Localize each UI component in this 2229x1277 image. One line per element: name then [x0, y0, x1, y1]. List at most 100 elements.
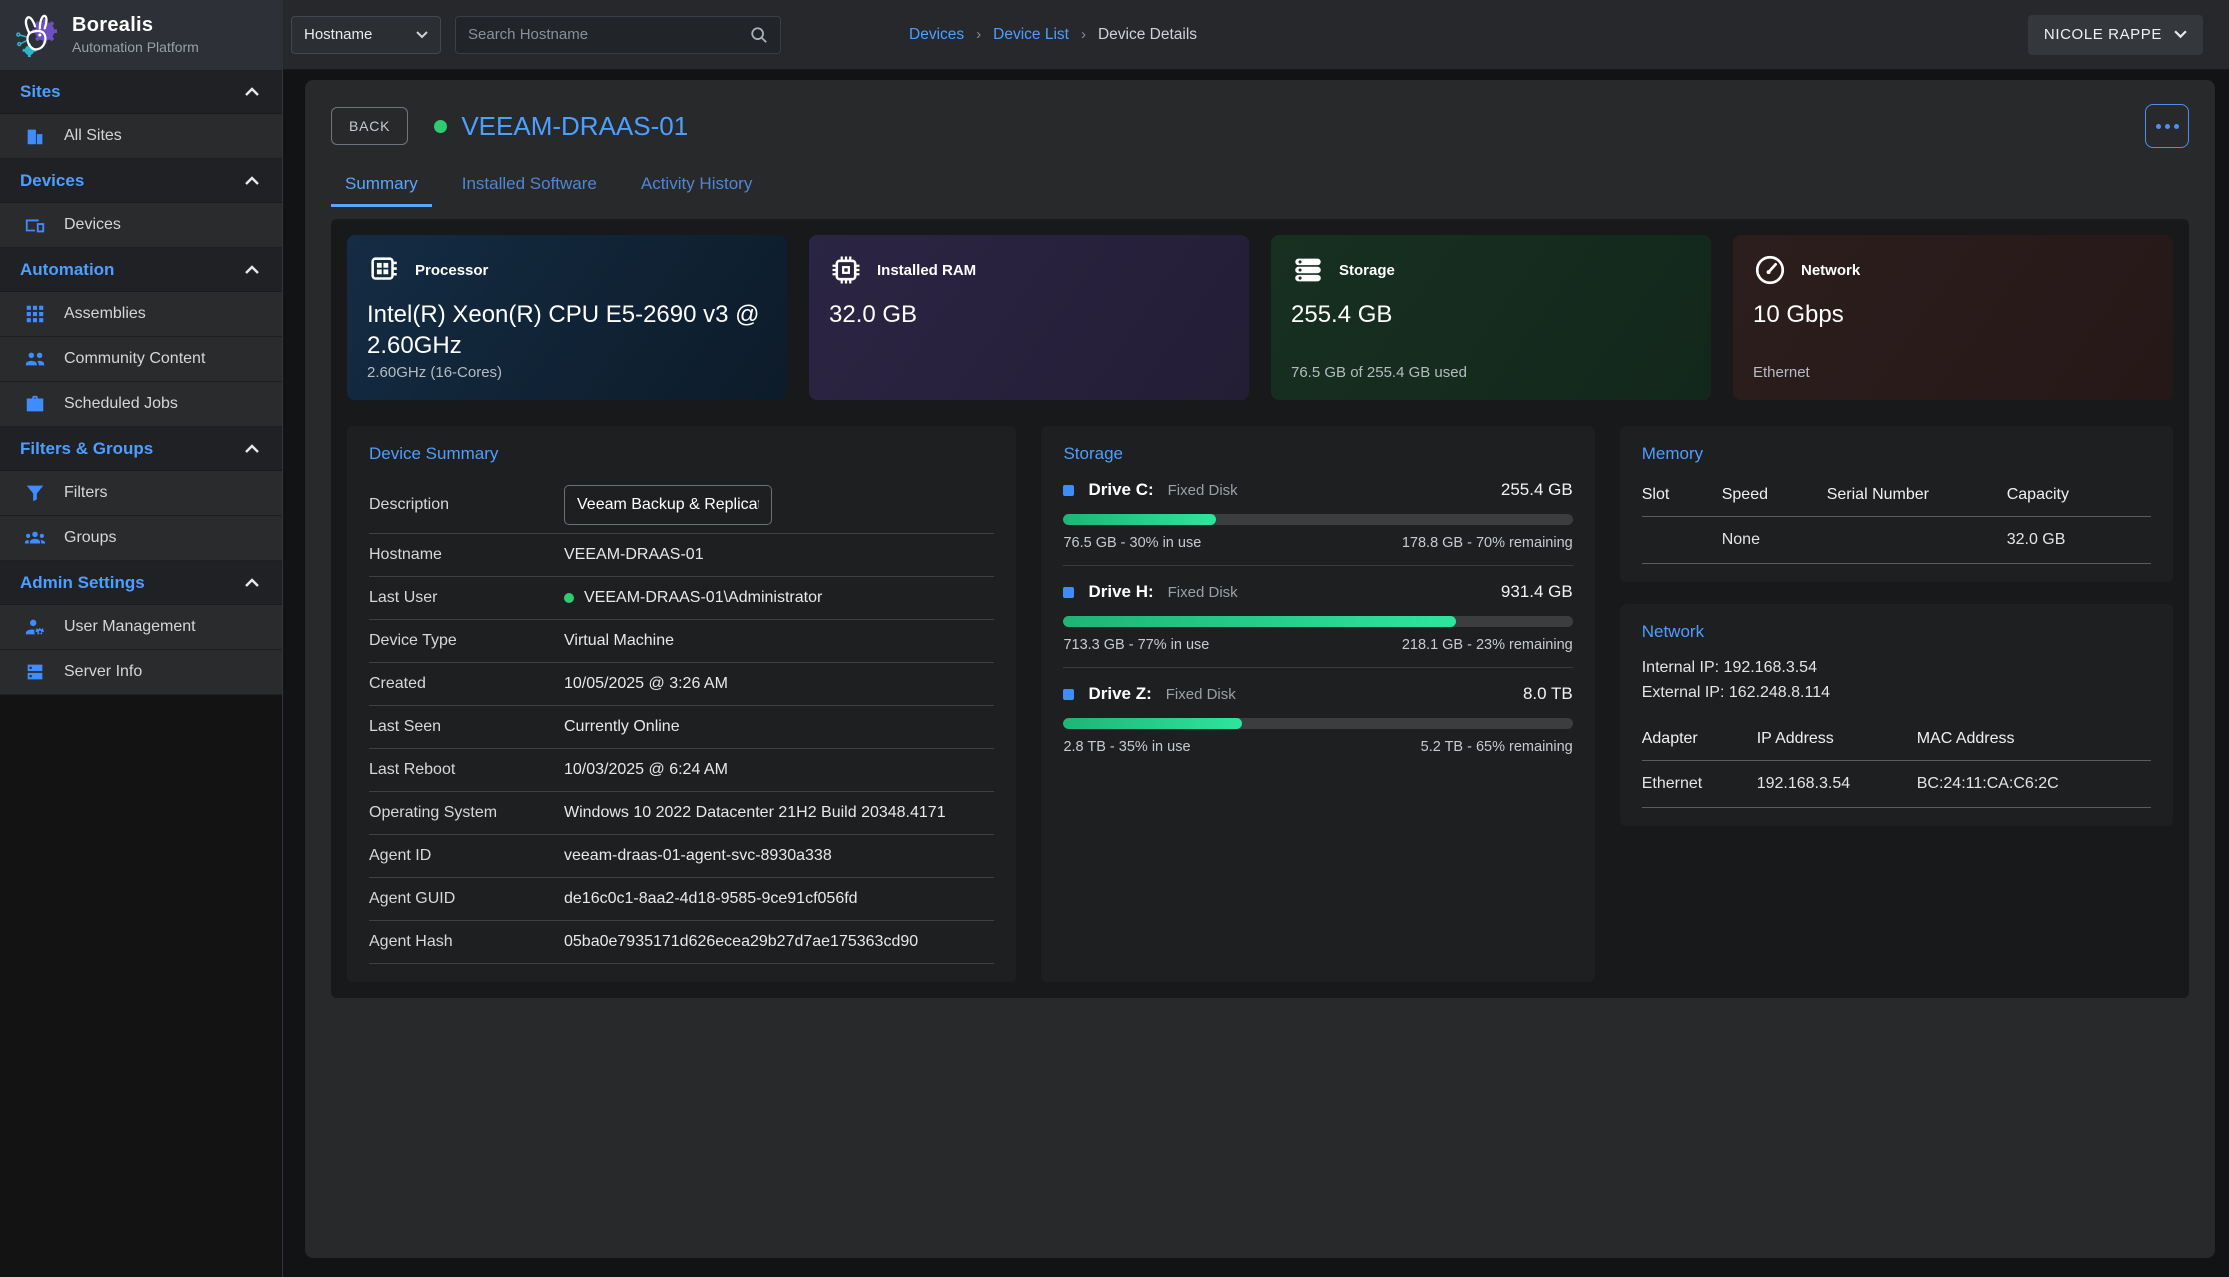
drive-name: Drive C: — [1088, 480, 1153, 500]
row-value: de16c0c1-8aa2-4d18-9585-9ce91cf056fd — [564, 890, 858, 908]
briefcase-icon — [24, 393, 46, 415]
sidebar-item-scheduled-jobs[interactable]: Scheduled Jobs — [0, 382, 282, 427]
chevron-down-icon — [2174, 30, 2187, 39]
stat-value: 10 Gbps — [1753, 299, 2153, 330]
sidebar-item-label: Assemblies — [64, 305, 146, 323]
internal-ip: Internal IP: 192.168.3.54 — [1642, 656, 2151, 681]
row-label: Agent ID — [369, 847, 564, 865]
sidebar-section-devices[interactable]: Devices — [0, 159, 282, 203]
summary-row-device-type: Device Type Virtual Machine — [369, 620, 994, 663]
sidebar-item-devices[interactable]: Devices — [0, 203, 282, 248]
back-button[interactable]: BACK — [331, 107, 408, 145]
sidebar-item-label: Community Content — [64, 350, 205, 368]
column-header: IP Address — [1757, 724, 1917, 760]
tab-bar: Summary Installed Software Activity Hist… — [331, 168, 2189, 207]
building-icon — [24, 125, 46, 147]
sidebar-item-filters[interactable]: Filters — [0, 471, 282, 516]
sidebar-item-label: Groups — [64, 529, 116, 547]
breadcrumb: Devices › Device List › Device Details — [909, 26, 1197, 44]
search-input[interactable] — [468, 26, 750, 43]
hostname-filter-select[interactable]: Hostname — [291, 16, 441, 54]
stat-cards-row: Processor Intel(R) Xeon(R) CPU E5-2690 v… — [347, 235, 2173, 400]
sidebar-section-filters-groups[interactable]: Filters & Groups — [0, 427, 282, 471]
drive-row-c: Drive C: Fixed Disk 255.4 GB 76.5 GB - 3… — [1063, 464, 1572, 566]
sidebar-item-label: User Management — [64, 618, 196, 636]
sidebar-section-sites[interactable]: Sites — [0, 70, 282, 114]
stat-value: 32.0 GB — [829, 299, 1229, 330]
tab-installed-software[interactable]: Installed Software — [448, 168, 611, 207]
drive-used-text: 76.5 GB - 30% in use — [1063, 535, 1201, 551]
stat-value: Intel(R) Xeon(R) CPU E5-2690 v3 @ 2.60GH… — [367, 299, 767, 361]
stat-footer: Ethernet — [1753, 364, 2153, 382]
drive-free-text: 218.1 GB - 23% remaining — [1402, 637, 1573, 653]
device-details-card: BACK VEEAM-DRAAS-01 Summary Installed So… — [305, 80, 2215, 1258]
online-status-icon — [434, 120, 447, 133]
summary-tab-content: Processor Intel(R) Xeon(R) CPU E5-2690 v… — [331, 219, 2189, 998]
tab-summary[interactable]: Summary — [331, 168, 432, 207]
online-status-icon — [564, 593, 574, 603]
row-value: VEEAM-DRAAS-01 — [564, 546, 704, 564]
row-value: Virtual Machine — [564, 632, 674, 650]
summary-row-operating-system: Operating System Windows 10 2022 Datacen… — [369, 792, 994, 835]
drive-free-text: 5.2 TB - 65% remaining — [1421, 739, 1573, 755]
sidebar-item-label: Server Info — [64, 663, 142, 681]
page-title: VEEAM-DRAAS-01 — [461, 111, 688, 142]
drive-usage-bar — [1063, 616, 1572, 627]
column-header: Slot — [1642, 480, 1722, 516]
cpu-icon — [367, 253, 401, 287]
stat-label: Network — [1801, 262, 1860, 279]
drive-name: Drive H: — [1088, 582, 1153, 602]
sidebar: Sites All Sites Devices Devices Automati… — [0, 70, 283, 1277]
drive-icon — [1063, 587, 1074, 598]
drive-usage-bar — [1063, 514, 1572, 525]
drive-free-text: 178.8 GB - 70% remaining — [1402, 535, 1573, 551]
row-label: Last Reboot — [369, 761, 564, 779]
people-icon — [24, 348, 46, 370]
sidebar-section-automation[interactable]: Automation — [0, 248, 282, 292]
drive-icon — [1063, 689, 1074, 700]
breadcrumb-devices[interactable]: Devices — [909, 26, 964, 44]
summary-row-last-user: Last User VEEAM-DRAAS-01\Administrator — [369, 577, 994, 620]
chevron-up-icon — [244, 176, 260, 186]
breadcrumb-device-list[interactable]: Device List — [993, 26, 1069, 44]
sidebar-item-groups[interactable]: Groups — [0, 516, 282, 561]
row-value: VEEAM-DRAAS-01\Administrator — [584, 589, 822, 607]
tab-activity-history[interactable]: Activity History — [627, 168, 766, 207]
summary-row-agent-id: Agent ID veeam-draas-01-agent-svc-8930a3… — [369, 835, 994, 878]
user-name: NICOLE RAPPE — [2044, 26, 2162, 43]
sidebar-section-admin-settings[interactable]: Admin Settings — [0, 561, 282, 605]
row-label: Hostname — [369, 546, 564, 564]
summary-row-created: Created 10/05/2025 @ 3:26 AM — [369, 663, 994, 706]
drive-type: Fixed Disk — [1166, 686, 1236, 703]
row-value: 10/03/2025 @ 6:24 AM — [564, 761, 728, 779]
row-value: veeam-draas-01-agent-svc-8930a338 — [564, 847, 832, 865]
sidebar-item-community-content[interactable]: Community Content — [0, 337, 282, 382]
ram-chip-icon — [829, 253, 863, 287]
storage-stack-icon — [1291, 253, 1325, 287]
sidebar-item-all-sites[interactable]: All Sites — [0, 114, 282, 159]
summary-row-agent-guid: Agent GUID de16c0c1-8aa2-4d18-9585-9ce91… — [369, 878, 994, 921]
table-cell — [1642, 516, 1722, 564]
drive-size: 255.4 GB — [1501, 480, 1573, 500]
sidebar-item-assemblies[interactable]: Assemblies — [0, 292, 282, 337]
user-menu-button[interactable]: NICOLE RAPPE — [2028, 15, 2203, 55]
stat-footer: 76.5 GB of 255.4 GB used — [1291, 364, 1691, 382]
table-cell: 32.0 GB — [2007, 516, 2151, 564]
sidebar-item-server-info[interactable]: Server Info — [0, 650, 282, 695]
row-value: Windows 10 2022 Datacenter 21H2 Build 20… — [564, 804, 946, 822]
table-cell: Ethernet — [1642, 760, 1757, 808]
chevron-up-icon — [244, 87, 260, 97]
stat-label: Installed RAM — [877, 262, 976, 279]
description-input[interactable] — [564, 485, 772, 525]
stat-value: 255.4 GB — [1291, 299, 1691, 330]
drive-size: 931.4 GB — [1501, 582, 1573, 602]
row-label: Last Seen — [369, 718, 564, 736]
sidebar-item-user-management[interactable]: User Management — [0, 605, 282, 650]
section-label: Automation — [20, 260, 114, 280]
brand-block: Borealis Automation Platform — [0, 0, 283, 70]
more-actions-button[interactable] — [2145, 104, 2189, 148]
column-header: Speed — [1722, 480, 1827, 516]
sidebar-item-label: Devices — [64, 216, 121, 234]
panel-title: Storage — [1063, 444, 1572, 464]
hostname-filter-value: Hostname — [304, 26, 372, 43]
